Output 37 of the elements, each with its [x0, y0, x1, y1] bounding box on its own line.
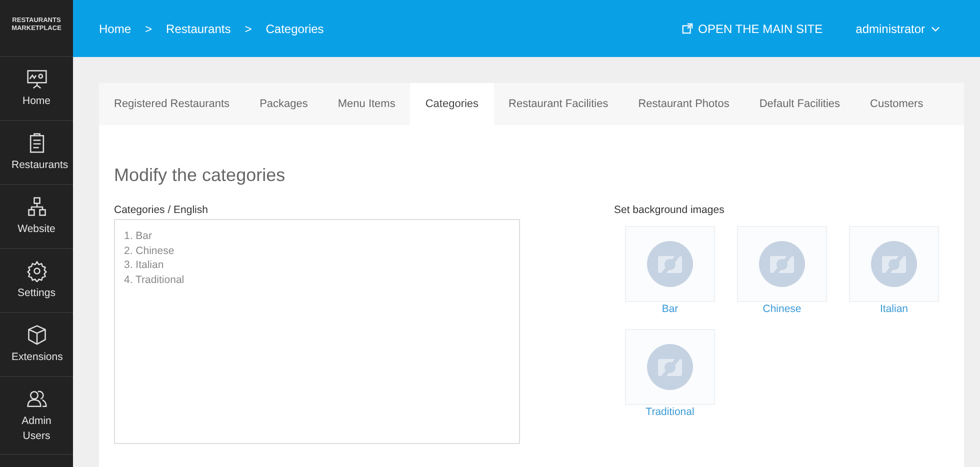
tab[interactable]: Restaurant Facilities: [494, 83, 624, 125]
breadcrumb-link[interactable]: Categories: [266, 22, 324, 36]
settings-icon: [26, 260, 48, 282]
field-label: Categories / English: [114, 204, 209, 216]
page-heading: Modify the categories: [114, 165, 286, 186]
image-placeholder[interactable]: [737, 226, 827, 302]
chevron-down-icon: [931, 26, 940, 32]
user-menu[interactable]: administrator: [850, 20, 946, 36]
no-camera-icon: [645, 342, 695, 392]
image-placeholder[interactable]: [625, 329, 715, 405]
tab[interactable]: Default Facilities: [744, 83, 856, 125]
no-camera-icon: [645, 239, 695, 289]
tab[interactable]: Restaurant Photos: [623, 83, 744, 125]
image-label: Chinese: [762, 303, 802, 315]
cube-icon: [26, 324, 48, 346]
sitemap-icon: [26, 196, 48, 218]
breadcrumb-separator: >: [244, 22, 252, 36]
breadcrumb-link[interactable]: Restaurants: [166, 22, 231, 36]
image-label: Traditional: [646, 406, 694, 418]
section-label: Set background images: [614, 204, 726, 216]
breadcrumb-link[interactable]: Home: [99, 22, 132, 36]
breadcrumb-separator: >: [145, 22, 152, 36]
tab[interactable]: Categories: [410, 83, 494, 125]
no-camera-icon: [757, 239, 807, 289]
tab[interactable]: Menu Items: [322, 83, 410, 125]
image-label: Italian: [880, 303, 908, 315]
image-label: Bar: [662, 303, 678, 315]
presentation-board-icon: [26, 68, 48, 90]
categories-textarea[interactable]: 1. Bar 2. Chinese 3. Italian 4. Traditional: [114, 219, 520, 444]
no-camera-icon: [869, 239, 919, 289]
image-placeholder[interactable]: [849, 226, 939, 302]
open-site-link[interactable]: OPEN THE MAIN SITE: [682, 22, 823, 36]
external-link-icon: [682, 23, 694, 34]
tab[interactable]: Registered Restaurants: [99, 83, 245, 125]
tab[interactable]: Packages: [244, 83, 323, 125]
image-placeholder[interactable]: [625, 226, 715, 302]
tab[interactable]: Customers: [855, 83, 938, 125]
